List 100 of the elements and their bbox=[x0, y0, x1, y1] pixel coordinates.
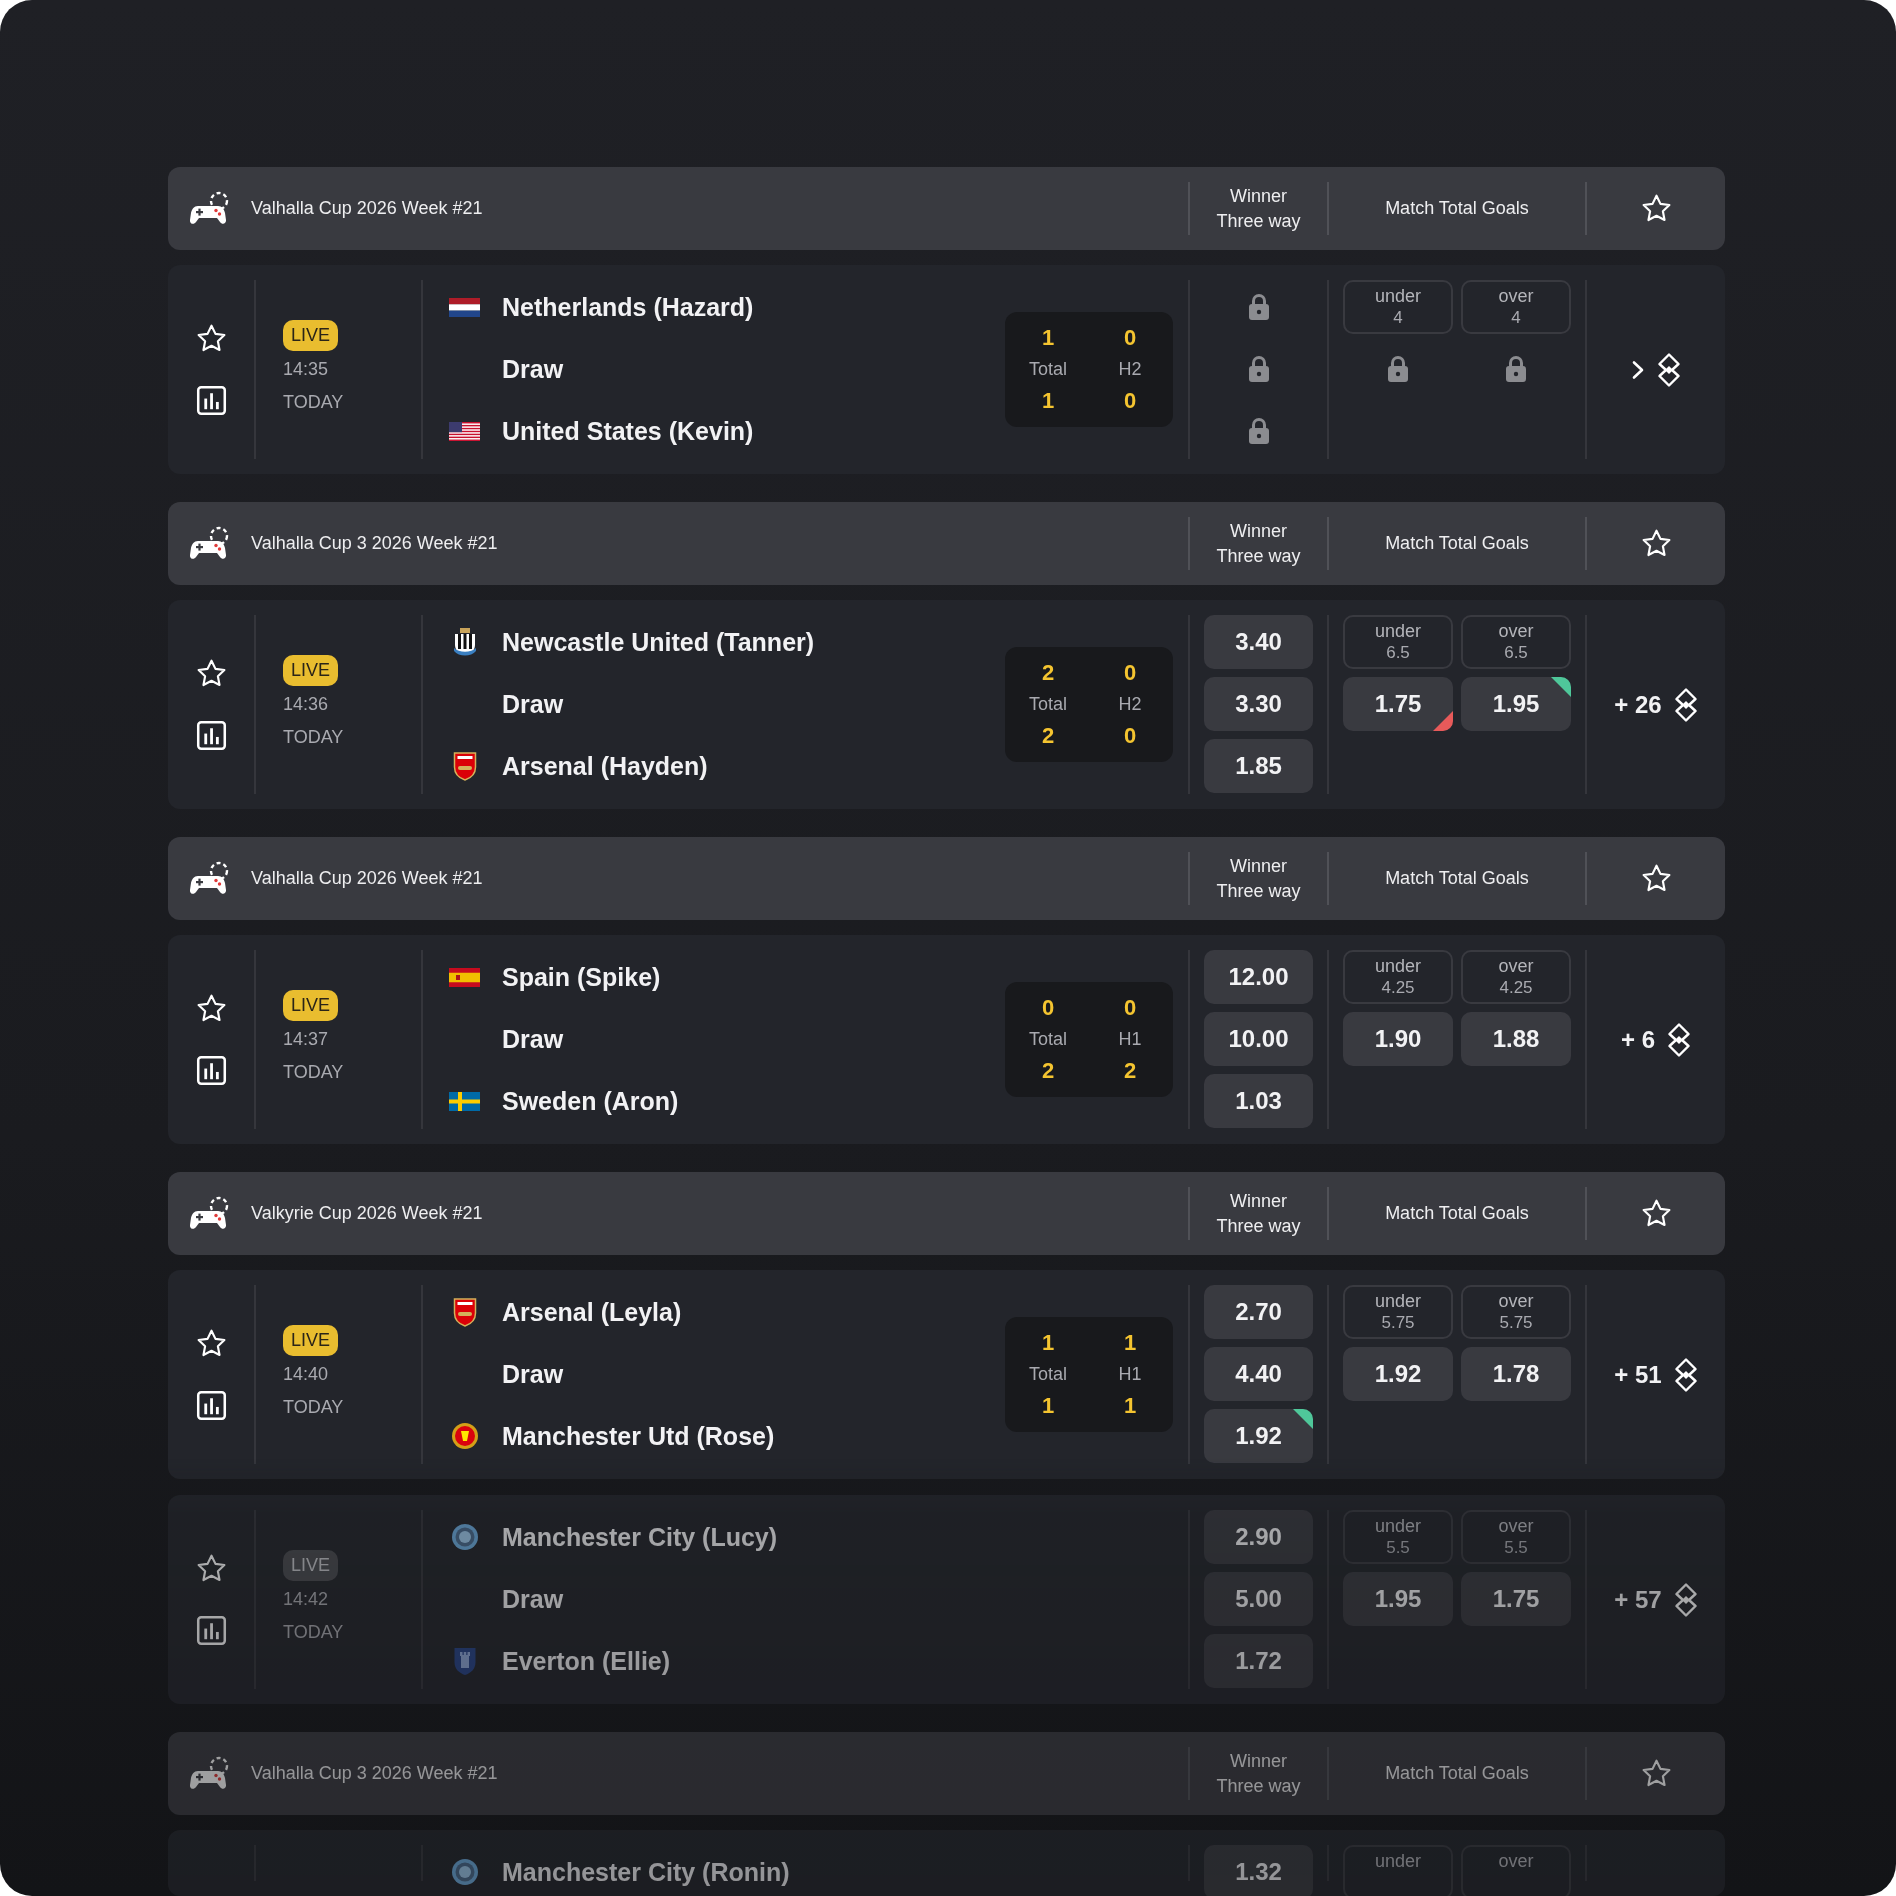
odds-button[interactable]: 1.85 bbox=[1204, 739, 1313, 793]
odds-button[interactable]: 1.90 bbox=[1343, 1012, 1453, 1066]
score-value: 0 bbox=[1041, 994, 1055, 1022]
star-icon[interactable] bbox=[195, 658, 227, 689]
star-icon[interactable] bbox=[1640, 863, 1672, 894]
chevron-right-icon[interactable] bbox=[1631, 359, 1645, 380]
team-name: Everton (Ellie) bbox=[502, 1646, 671, 1676]
star-icon[interactable] bbox=[195, 1553, 227, 1584]
line-value: 5.75 bbox=[1381, 1312, 1415, 1334]
odds-button[interactable]: 10.00 bbox=[1204, 1012, 1313, 1066]
team-name: United States (Kevin) bbox=[502, 416, 754, 446]
star-icon[interactable] bbox=[1640, 528, 1672, 559]
league-title: Valhalla Cup 2026 Week #21 bbox=[251, 868, 483, 889]
diamond-logo-icon bbox=[1673, 1582, 1698, 1617]
game-controller-icon bbox=[190, 1755, 230, 1792]
score-value: 1 bbox=[1123, 1392, 1137, 1420]
odds-button[interactable]: 1.72 bbox=[1204, 1634, 1313, 1688]
chart-icon[interactable] bbox=[195, 1390, 227, 1421]
odds-button[interactable]: 1.95 bbox=[1343, 1572, 1453, 1626]
live-badge: LIVE bbox=[283, 1550, 339, 1581]
line-side-label: under bbox=[1374, 1515, 1421, 1537]
match-day: TODAY bbox=[283, 386, 344, 419]
odds-button[interactable]: 1.03 bbox=[1204, 1074, 1313, 1128]
odds-button[interactable]: 5.00 bbox=[1204, 1572, 1313, 1626]
more-markets-link[interactable]: + 26 bbox=[1614, 690, 1662, 719]
period-label: H1 bbox=[1118, 1363, 1142, 1386]
more-markets-link[interactable]: + 57 bbox=[1614, 1585, 1662, 1614]
chart-icon[interactable] bbox=[195, 720, 227, 751]
diamond-logo-icon bbox=[1657, 352, 1681, 387]
period-label: H2 bbox=[1118, 693, 1142, 716]
period-label: Total bbox=[1029, 358, 1067, 381]
odds-button[interactable]: 2.70 bbox=[1204, 1285, 1313, 1339]
line-side-label: under bbox=[1374, 955, 1421, 977]
crest-icon bbox=[450, 1857, 479, 1887]
game-controller-icon bbox=[190, 190, 230, 227]
odds-button[interactable]: 1.32 bbox=[1204, 1845, 1313, 1896]
odds-button[interactable]: 4.40 bbox=[1204, 1347, 1313, 1401]
market-label: Match Total Goals bbox=[1385, 1762, 1529, 1785]
team-name: Arsenal (Leyla) bbox=[502, 1297, 682, 1327]
team-name: Sweden (Aron) bbox=[502, 1086, 679, 1116]
match-time: 14:42 bbox=[283, 1588, 329, 1611]
diamond-logo-icon bbox=[1673, 687, 1698, 722]
line-side-label: under bbox=[1374, 1850, 1421, 1872]
star-icon[interactable] bbox=[195, 993, 227, 1024]
game-controller-icon bbox=[190, 525, 230, 562]
score-value: 0 bbox=[1123, 994, 1137, 1022]
line-side-label: over bbox=[1498, 1290, 1534, 1312]
star-icon[interactable] bbox=[195, 323, 227, 354]
match-time: 14:36 bbox=[283, 693, 329, 716]
line-side-label: over bbox=[1498, 1850, 1534, 1872]
score-value: 2 bbox=[1123, 1057, 1137, 1085]
line-value: 5.5 bbox=[1386, 1537, 1410, 1559]
more-markets-link[interactable]: + 6 bbox=[1621, 1025, 1655, 1054]
game-controller-icon bbox=[190, 1195, 230, 1232]
market-label: Winner Three way bbox=[1216, 1749, 1301, 1798]
more-markets-link[interactable]: + 51 bbox=[1614, 1360, 1662, 1389]
odds-button[interactable]: 1.78 bbox=[1461, 1347, 1571, 1401]
flag-icon bbox=[449, 297, 480, 317]
odds-button[interactable]: 12.00 bbox=[1204, 950, 1313, 1004]
match-day: TODAY bbox=[283, 1616, 344, 1649]
league-title: Valhalla Cup 2026 Week #21 bbox=[251, 198, 483, 219]
line-value: 5.5 bbox=[1504, 1537, 1528, 1559]
line-value: 5.75 bbox=[1499, 1312, 1533, 1334]
match-time: 14:35 bbox=[283, 358, 329, 381]
odds-button[interactable]: 1.95 bbox=[1461, 677, 1571, 731]
odds-button[interactable]: 2.90 bbox=[1204, 1510, 1313, 1564]
score-value: 2 bbox=[1041, 659, 1055, 687]
line-side-label: over bbox=[1498, 285, 1534, 307]
odds-button[interactable]: 3.40 bbox=[1204, 615, 1313, 669]
line-side-label: under bbox=[1374, 620, 1421, 642]
odds-button[interactable]: 3.30 bbox=[1204, 677, 1313, 731]
period-label: Total bbox=[1029, 1028, 1067, 1051]
odds-button[interactable]: 1.92 bbox=[1343, 1347, 1453, 1401]
score-value: 0 bbox=[1123, 659, 1137, 687]
chart-icon[interactable] bbox=[195, 1615, 227, 1646]
odds-button[interactable]: 1.92 bbox=[1204, 1409, 1313, 1463]
star-icon[interactable] bbox=[1640, 193, 1672, 224]
crest-icon bbox=[450, 1522, 479, 1552]
match-time: 14:40 bbox=[283, 1363, 329, 1386]
odds-button[interactable]: 1.75 bbox=[1461, 1572, 1571, 1626]
star-icon[interactable] bbox=[1640, 1198, 1672, 1229]
diamond-logo-icon bbox=[1667, 1022, 1691, 1057]
score-value: 1 bbox=[1041, 387, 1055, 415]
chart-icon[interactable] bbox=[195, 385, 227, 416]
line-side-label: over bbox=[1498, 955, 1534, 977]
line-value: 4 bbox=[1511, 307, 1521, 329]
star-icon[interactable] bbox=[195, 1328, 227, 1359]
line-value: 4.25 bbox=[1499, 977, 1533, 999]
odds-button[interactable]: 1.75 bbox=[1343, 677, 1453, 731]
chart-icon[interactable] bbox=[195, 1055, 227, 1086]
star-icon[interactable] bbox=[1640, 1758, 1672, 1789]
draw-label: Draw bbox=[502, 689, 564, 719]
league-title: Valkyrie Cup 2026 Week #21 bbox=[251, 1203, 483, 1224]
game-controller-icon bbox=[190, 860, 230, 897]
odds-button[interactable]: 1.88 bbox=[1461, 1012, 1571, 1066]
period-label: Total bbox=[1029, 1363, 1067, 1386]
league-title: Valhalla Cup 3 2026 Week #21 bbox=[251, 533, 498, 554]
market-label: Winner Three way bbox=[1216, 184, 1301, 233]
flag-icon bbox=[449, 967, 480, 987]
team-name: Spain (Spike) bbox=[502, 962, 661, 992]
